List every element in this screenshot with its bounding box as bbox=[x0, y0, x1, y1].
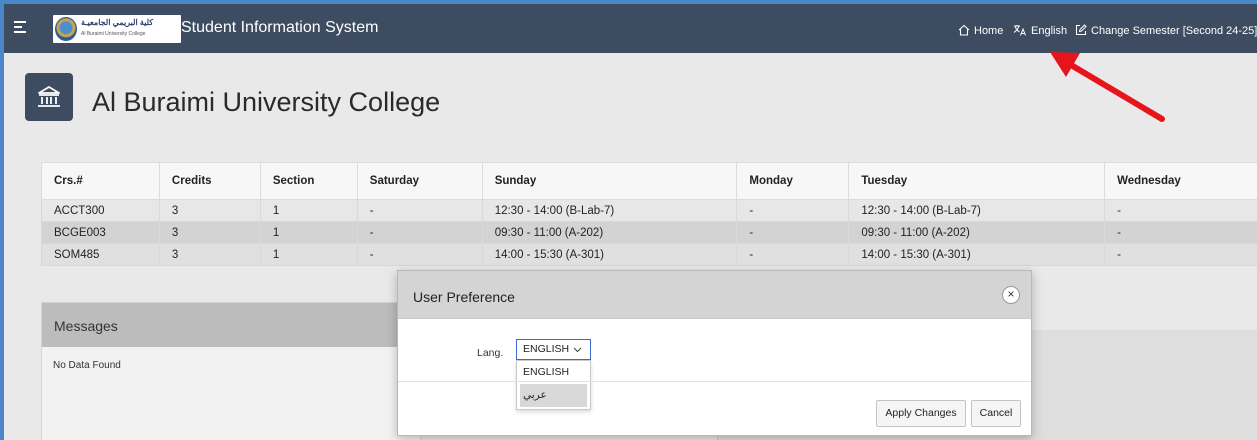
cell-sunday: 12:30 - 14:00 (B-Lab-7) bbox=[481, 199, 738, 222]
cell-tuesday: 12:30 - 14:00 (B-Lab-7) bbox=[848, 199, 1106, 222]
nav-home-label: Home bbox=[974, 25, 1004, 37]
cell-sunday: 14:00 - 15:30 (A-301) bbox=[481, 243, 738, 266]
college-logo[interactable]: كلية البريمي الجامعيـة Al Buraimi Univer… bbox=[53, 15, 181, 43]
cell-credits: 3 bbox=[158, 199, 261, 222]
cancel-button[interactable]: Cancel bbox=[971, 400, 1021, 427]
dialog-title: User Preference bbox=[413, 289, 515, 305]
app-title[interactable]: Student Information System bbox=[181, 19, 378, 37]
cell-monday: - bbox=[736, 221, 850, 244]
nav-language-label: English bbox=[1031, 25, 1068, 37]
institution-icon bbox=[25, 73, 73, 121]
cell-course: BCGE003 bbox=[41, 221, 160, 244]
table-row: BCGE003 3 1 - 09:30 - 11:00 (A-202) - 09… bbox=[41, 221, 1257, 244]
logo-english-text: Al Buraimi University College bbox=[81, 31, 146, 37]
cell-tuesday: 14:00 - 15:30 (A-301) bbox=[848, 243, 1106, 266]
column-header-credits[interactable]: Credits bbox=[158, 162, 261, 200]
cell-section: 1 bbox=[259, 221, 358, 244]
dialog-footer-divider bbox=[398, 381, 1031, 382]
edit-icon bbox=[1075, 24, 1087, 36]
apply-changes-button[interactable]: Apply Changes bbox=[876, 400, 966, 427]
nav-change-semester-label: Change Semester [Second 24-25] bbox=[1091, 25, 1257, 37]
app-window: كلية البريمي الجامعيـة Al Buraimi Univer… bbox=[4, 4, 1257, 440]
table-row: SOM485 3 1 - 14:00 - 15:30 (A-301) - 14:… bbox=[41, 243, 1257, 266]
table-row: ACCT300 3 1 - 12:30 - 14:00 (B-Lab-7) - … bbox=[41, 199, 1257, 222]
messages-empty-text: No Data Found bbox=[53, 360, 121, 371]
cell-section: 1 bbox=[259, 199, 358, 222]
cell-saturday: - bbox=[356, 243, 483, 266]
cell-monday: - bbox=[736, 243, 850, 266]
cell-tuesday: 09:30 - 11:00 (A-202) bbox=[848, 221, 1106, 244]
nav-home-link[interactable]: Home bbox=[958, 24, 1003, 37]
language-selected-value: ENGLISH bbox=[523, 343, 570, 355]
cell-section: 1 bbox=[259, 243, 358, 266]
bank-building-icon bbox=[38, 86, 60, 107]
cell-wednesday: - bbox=[1104, 243, 1257, 266]
dialog-header: User Preference × bbox=[398, 271, 1031, 319]
cell-wednesday: - bbox=[1104, 221, 1257, 244]
cell-credits: 3 bbox=[158, 221, 261, 244]
user-preference-dialog: User Preference × Lang. ENGLISH ENGLISH … bbox=[397, 270, 1032, 436]
cell-sunday: 09:30 - 11:00 (A-202) bbox=[481, 221, 738, 244]
cell-saturday: - bbox=[356, 221, 483, 244]
messages-panel-title: Messages bbox=[42, 303, 420, 347]
column-header-saturday[interactable]: Saturday bbox=[356, 162, 483, 200]
column-header-wednesday[interactable]: Wednesday bbox=[1104, 162, 1257, 200]
column-header-monday[interactable]: Monday bbox=[736, 162, 850, 200]
nav-language-link[interactable]: English bbox=[1013, 24, 1067, 37]
column-header-tuesday[interactable]: Tuesday bbox=[848, 162, 1106, 200]
messages-panel: Messages No Data Found bbox=[41, 302, 421, 440]
red-annotation-arrow bbox=[1050, 52, 1165, 122]
language-label: Lang. bbox=[477, 347, 504, 359]
cell-saturday: - bbox=[356, 199, 483, 222]
top-navigation-bar: كلية البريمي الجامعيـة Al Buraimi Univer… bbox=[4, 4, 1257, 53]
column-header-sunday[interactable]: Sunday bbox=[481, 162, 738, 200]
language-dropdown-menu: ENGLISH عربي bbox=[516, 360, 591, 410]
close-icon[interactable]: × bbox=[1002, 286, 1020, 304]
home-icon bbox=[958, 24, 970, 36]
nav-change-semester-link[interactable]: Change Semester [Second 24-25] bbox=[1075, 24, 1257, 37]
logo-arabic-text: كلية البريمي الجامعيـة bbox=[81, 18, 154, 27]
column-header-section[interactable]: Section bbox=[259, 162, 358, 200]
language-select[interactable]: ENGLISH bbox=[516, 339, 591, 360]
schedule-header-row: Crs.# Credits Section Saturday Sunday Mo… bbox=[41, 162, 1257, 200]
translate-icon bbox=[1013, 25, 1026, 36]
hamburger-menu-icon[interactable] bbox=[14, 21, 26, 33]
cell-credits: 3 bbox=[158, 243, 261, 266]
college-seal-icon bbox=[55, 17, 77, 41]
cell-course: SOM485 bbox=[41, 243, 160, 266]
schedule-table: Crs.# Credits Section Saturday Sunday Mo… bbox=[41, 162, 1257, 266]
language-option-arabic[interactable]: عربي bbox=[520, 384, 587, 407]
cell-wednesday: - bbox=[1104, 199, 1257, 222]
cell-monday: - bbox=[736, 199, 850, 222]
page-title: Al Buraimi University College bbox=[92, 87, 441, 117]
cell-course: ACCT300 bbox=[41, 199, 160, 222]
column-header-course[interactable]: Crs.# bbox=[41, 162, 160, 200]
